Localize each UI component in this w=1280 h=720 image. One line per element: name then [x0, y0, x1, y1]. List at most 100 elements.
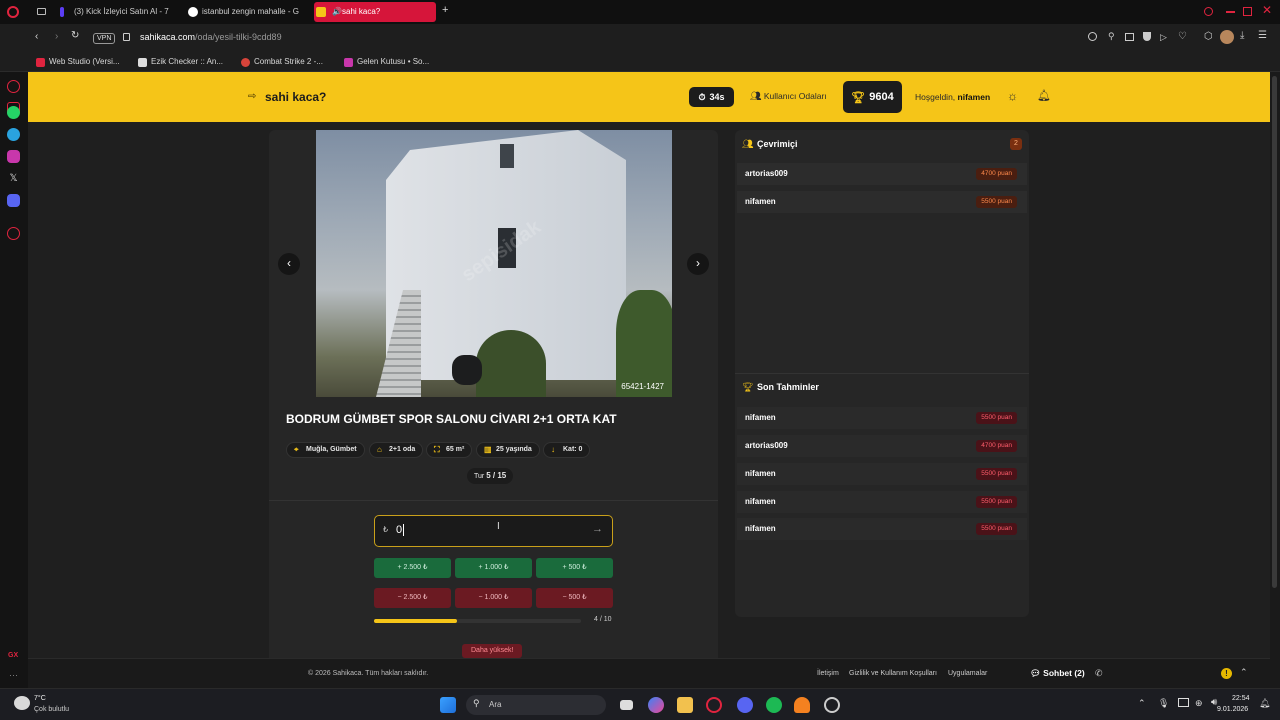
taskbar-search-label: Ara — [489, 700, 502, 709]
vpn-badge[interactable]: VPN — [93, 33, 116, 44]
search-icon[interactable] — [1204, 7, 1213, 16]
next-image-button[interactable]: › — [687, 253, 709, 275]
instagram-icon[interactable] — [7, 150, 20, 163]
steam-icon[interactable] — [824, 697, 840, 713]
bookmark-ezik-checker[interactable]: Ezik Checker :: An... — [138, 55, 223, 69]
profile-avatar[interactable] — [1220, 30, 1234, 44]
building-icon: ▥ — [484, 445, 492, 454]
recent-username: nifamen — [745, 524, 776, 533]
puzzle-icon — [36, 58, 45, 67]
users-icon: 👥︎ — [750, 91, 762, 101]
bookmark-combat-strike[interactable]: Combat Strike 2 -... — [241, 55, 323, 69]
plus-500-button[interactable]: + 500 ₺ — [536, 558, 613, 578]
windows-start-icon[interactable] — [440, 697, 456, 713]
cloud-app-icon[interactable] — [794, 697, 810, 713]
minus-1000-button[interactable]: − 1.000 ₺ — [455, 588, 532, 608]
downloads-icon[interactable]: ⤓ — [1240, 30, 1244, 41]
opera-logo-icon[interactable] — [7, 6, 19, 18]
theme-toggle-icon[interactable]: ☼ — [1007, 89, 1018, 103]
recent-username: nifamen — [745, 497, 776, 506]
guess-input[interactable]: 0 — [396, 524, 405, 536]
telegram-icon[interactable] — [7, 128, 20, 141]
tab-google[interactable]: istanbul zengin mahalle - G — [186, 2, 304, 22]
tab-kick[interactable]: (3) Kick İzleyici Satın Al - 7 — [58, 2, 178, 22]
score-badge[interactable]: 🏆︎ 9604 — [843, 81, 902, 113]
search-icon: ⚲ — [473, 698, 480, 708]
snapshot-icon[interactable] — [1125, 33, 1134, 41]
warning-icon[interactable]: ! — [1221, 668, 1232, 679]
bookmark-label: Combat Strike 2 -... — [254, 57, 323, 66]
prev-image-button[interactable]: ‹ — [278, 253, 300, 275]
back-icon[interactable]: ‹ — [35, 31, 38, 42]
aria-icon[interactable] — [7, 80, 20, 93]
microphone-icon[interactable]: 🎙︎ — [1158, 698, 1169, 709]
rooms-chip: ⌂ 2+1 oda — [369, 442, 424, 458]
close-icon[interactable]: ✕ — [1262, 3, 1272, 17]
url-field[interactable]: sahikaca.com/oda/yesil-tilki-9cdd89 — [140, 32, 282, 42]
user-rooms-link[interactable]: 👥︎ Kullanıcı Odaları — [750, 91, 827, 102]
plus-2500-button[interactable]: + 2.500 ₺ — [374, 558, 451, 578]
url-domain: sahikaca.com — [140, 32, 196, 42]
tab-sahikaca[interactable]: sahi kaca? 🔊 — [314, 2, 436, 22]
bookmark-web-studio[interactable]: Web Studio (Versi... — [36, 55, 120, 69]
x-icon[interactable]: 𝕏 — [7, 172, 20, 185]
clock-date[interactable]: 9.01.2026 — [1217, 706, 1248, 713]
new-tab-button[interactable]: + — [442, 4, 448, 16]
online-username: nifamen — [745, 197, 776, 206]
download-icon[interactable]: ▷ — [1160, 32, 1167, 43]
whatsapp-icon[interactable] — [7, 106, 20, 119]
site-header: ⇨ sahi kaca? ⏱ 34s 👥︎ Kullanıcı Odaları … — [28, 72, 1270, 122]
forward-icon[interactable]: › — [55, 31, 58, 42]
welcome-username[interactable]: nifamen — [958, 92, 991, 102]
taskbar-search[interactable]: ⚲ Ara — [466, 695, 606, 715]
file-explorer-icon[interactable] — [677, 697, 693, 713]
opera-gx-icon[interactable] — [706, 697, 722, 713]
maximize-icon[interactable] — [1243, 7, 1252, 16]
display-icon[interactable] — [1178, 698, 1189, 707]
page-scrollbar[interactable] — [1270, 72, 1280, 688]
web-page: ⇨ sahi kaca? ⏱ 34s 👥︎ Kullanıcı Odaları … — [28, 72, 1270, 688]
discord-icon[interactable] — [7, 194, 20, 207]
task-view-icon[interactable] — [620, 700, 633, 710]
minus-500-button[interactable]: − 500 ₺ — [536, 588, 613, 608]
chevron-up-icon[interactable]: ⌃ — [1240, 667, 1248, 678]
area-chip: ⛶ 65 m² — [426, 442, 473, 458]
minus-2500-button[interactable]: − 2.500 ₺ — [374, 588, 451, 608]
zoom-icon[interactable] — [1088, 32, 1097, 41]
recent-username: artorias009 — [745, 441, 788, 450]
copilot-icon[interactable] — [648, 697, 664, 713]
tray-chevron-icon[interactable]: ⌃ — [1138, 698, 1146, 709]
notification-bell-icon[interactable]: 🔔︎ — [1037, 89, 1051, 102]
bookmark-instagram[interactable]: Gelen Kutusu • So... — [344, 55, 429, 69]
reload-icon[interactable]: ↻ — [71, 30, 79, 41]
notifications-icon[interactable]: 🔔︎ — [1259, 698, 1270, 709]
plus-1000-button[interactable]: + 1.000 ₺ — [455, 558, 532, 578]
privacy-link[interactable]: Gizlilik ve Kullanım Koşulları — [849, 670, 937, 677]
chat-button[interactable]: 💬︎ Sohbet (2) — [1030, 668, 1085, 679]
history-icon[interactable] — [7, 227, 20, 240]
spotify-icon[interactable] — [766, 697, 782, 713]
heart-icon[interactable]: ♡ — [1178, 31, 1187, 42]
google-favicon-icon — [188, 7, 198, 17]
clock-time[interactable]: 22:54 — [1232, 695, 1250, 702]
recent-title: Son Tahminler — [757, 382, 819, 392]
tab-manager-icon[interactable] — [37, 8, 46, 15]
shield-icon[interactable] — [1143, 32, 1151, 41]
discord-icon[interactable] — [737, 697, 753, 713]
extensions-icon[interactable]: ⬡ — [1204, 31, 1213, 42]
more-icon[interactable]: ··· — [9, 670, 18, 680]
phone-icon[interactable]: ✆ — [1095, 668, 1103, 679]
online-username: artorias009 — [745, 169, 788, 178]
submit-arrow-icon[interactable]: → — [592, 523, 603, 535]
network-icon[interactable]: ⊕ — [1195, 698, 1203, 709]
expand-icon: ⛶ — [434, 445, 440, 454]
menu-icon[interactable]: ☰ — [1258, 30, 1267, 41]
pin-icon[interactable]: ⚲ — [1108, 31, 1115, 42]
contact-link[interactable]: İletişim — [817, 670, 839, 677]
apps-link[interactable]: Uygulamalar — [948, 670, 987, 677]
minimize-icon[interactable] — [1226, 11, 1235, 13]
brand-title[interactable]: sahi kaca? — [265, 90, 326, 104]
gx-icon[interactable]: GX — [8, 652, 18, 659]
scroll-thumb[interactable] — [1272, 76, 1277, 588]
weather-icon[interactable] — [14, 696, 30, 710]
